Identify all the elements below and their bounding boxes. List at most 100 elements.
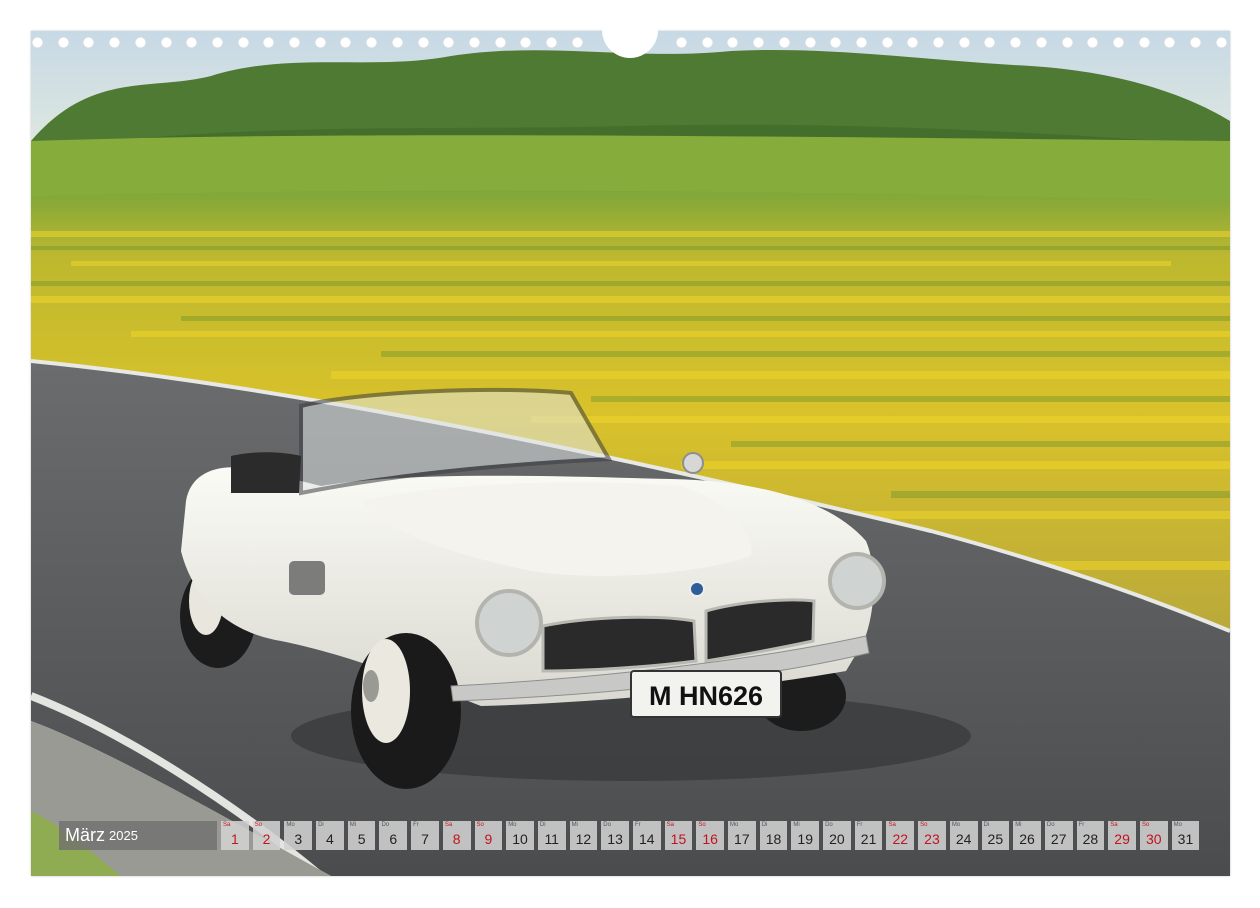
binding-hole [1138, 37, 1150, 48]
day-number: 3 [294, 831, 303, 847]
day-number: 2 [262, 831, 271, 847]
binding-hole [804, 37, 816, 48]
day-number: 10 [512, 831, 528, 847]
weekday-label: So [698, 822, 706, 828]
weekday-label: So [1141, 822, 1150, 828]
calendar-day: Mo 24 [949, 821, 978, 850]
calendar-day: Mo 10 [506, 821, 534, 850]
day-number: 12 [575, 831, 592, 847]
day-number: 1 [230, 831, 239, 847]
month-name: März [65, 825, 105, 845]
binding-hole [263, 37, 275, 48]
calendar-day: Sa 29 [1108, 821, 1136, 850]
weekday-label: Sa [223, 822, 231, 828]
day-number: 22 [892, 831, 909, 847]
calendar-day: Sa 8 [442, 821, 471, 850]
weekday-label: Sa [1110, 822, 1118, 828]
calendar-day: Sa 1 [221, 821, 249, 850]
weekday-label: Sa [666, 822, 674, 828]
calendar-day: Mi 5 [347, 821, 376, 850]
binding-hole [984, 37, 996, 48]
weekday-label: Fr [413, 822, 419, 828]
binding-hole [366, 37, 378, 48]
calendar-day: Do 6 [379, 821, 408, 850]
binding-hole [958, 37, 970, 48]
binding-hole [237, 37, 249, 48]
day-number: 15 [670, 831, 687, 847]
binding-hole [933, 37, 944, 48]
weekday-label: Mo [286, 822, 295, 828]
calendar-day: Mo 17 [728, 821, 756, 850]
day-number: 14 [638, 831, 655, 847]
license-plate: M HN626 [649, 681, 763, 711]
day-number: 5 [357, 831, 366, 847]
day-number: 24 [955, 831, 972, 847]
binding-hole [1087, 37, 1099, 48]
weekday-label: Di [318, 822, 324, 828]
weekday-label: Mi [1015, 822, 1022, 828]
calendar-day: Fr 7 [411, 821, 439, 850]
binding-hole [753, 37, 765, 48]
calendar-strip: März 2025 Sa 1 So 2 Mo 3 Di 4 Mi 5 Do 6 Fr 7 Sa 8 So 9 Mo 1… [59, 821, 1200, 850]
day-number: 30 [1145, 831, 1162, 847]
day-number: 13 [607, 831, 623, 847]
binding-hole [727, 37, 739, 48]
binding-hole [57, 37, 69, 48]
binding-hole [1061, 37, 1073, 48]
day-number: 18 [765, 831, 782, 847]
calendar-day: So 9 [474, 821, 503, 850]
binding-hole [417, 37, 429, 48]
binding-hole [881, 37, 893, 48]
day-number: 4 [326, 831, 334, 847]
weekday-label: So [254, 822, 263, 828]
calendar-photo: M HN626 [31, 31, 1230, 876]
calendar-day: So 16 [696, 821, 724, 850]
weekday-label: Do [825, 822, 833, 828]
binding-hole [391, 37, 403, 48]
calendar-day: Di 4 [316, 821, 344, 850]
binding-hole [1190, 37, 1201, 48]
binding-hole [1215, 37, 1227, 48]
calendar-day: Mi 12 [569, 821, 598, 850]
binding-hole [134, 37, 146, 48]
day-number: 27 [1050, 831, 1067, 847]
binding-hole [83, 37, 95, 48]
calendar-day: Di 11 [537, 821, 566, 850]
weekday-label: So [476, 822, 484, 828]
weekday-label: Do [603, 822, 611, 828]
weekday-label: Mo [1173, 822, 1182, 828]
binding-hole [1112, 37, 1124, 48]
binding-hole [1035, 37, 1047, 48]
binding-hole [32, 37, 43, 48]
weekday-label: Mi [349, 822, 357, 828]
binding-hole [701, 37, 713, 48]
binding-hole [443, 37, 455, 48]
binding-hole [1164, 37, 1176, 48]
weekday-label: Di [539, 822, 546, 828]
calendar-day: Mi 19 [791, 821, 820, 850]
binding-hole [468, 37, 480, 48]
binding-hole [676, 37, 687, 48]
binding-hole [314, 37, 326, 48]
binding-hole [571, 37, 583, 48]
day-number: 29 [1114, 831, 1130, 847]
weekday-label: Mi [571, 822, 578, 828]
day-number: 16 [702, 831, 718, 847]
weekday-label: Sa [444, 822, 453, 828]
calendar-day: Di 25 [981, 821, 1010, 850]
calendar-day: Di 18 [759, 821, 788, 850]
day-number: 7 [421, 831, 429, 847]
day-number: 8 [452, 831, 461, 847]
calendar-day: Mo 31 [1171, 821, 1200, 850]
weekday-label: Di [761, 822, 768, 828]
calendar-day: Mi 26 [1013, 821, 1041, 850]
binding-hole [340, 37, 352, 48]
calendar-day: Fr 28 [1076, 821, 1105, 850]
weekday-label: Sa [888, 822, 896, 828]
binding-hole [160, 37, 172, 48]
binding-hole [211, 37, 223, 48]
binding-hole [289, 37, 300, 48]
binding-hole [855, 37, 867, 48]
calendar-day: So 23 [918, 821, 946, 850]
weekday-label: Di [983, 822, 990, 828]
